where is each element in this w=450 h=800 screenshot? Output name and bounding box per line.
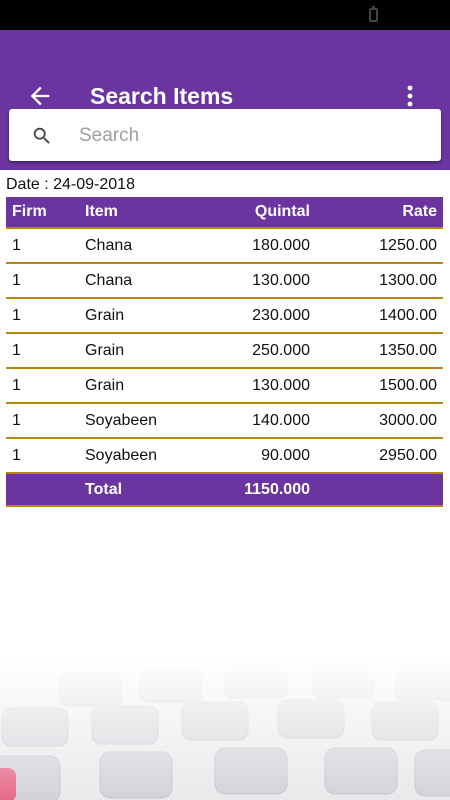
table-header: Firm Item Quintal Rate — [6, 197, 443, 229]
table-row[interactable]: 1 Grain 250.000 1350.00 — [6, 334, 443, 369]
cell-quintal: 230.000 — [252, 307, 310, 324]
cell-rate: 2950.00 — [379, 447, 437, 464]
more-options-icon[interactable] — [406, 84, 414, 108]
cell-item: Chana — [85, 237, 133, 254]
column-header-quintal: Quintal — [254, 203, 310, 220]
column-header-firm: Firm — [12, 203, 47, 220]
cell-firm: 1 — [12, 342, 21, 359]
items-table: Firm Item Quintal Rate 1 Chana 180.000 1… — [6, 197, 443, 507]
cell-quintal: 130.000 — [252, 377, 310, 394]
total-row: Total 1150.000 — [6, 474, 443, 507]
battery-icon — [369, 6, 378, 22]
column-header-rate: Rate — [402, 203, 437, 220]
cell-item: Soyabeen — [85, 412, 158, 429]
cell-item: Grain — [85, 377, 125, 394]
back-arrow-icon[interactable] — [26, 82, 54, 110]
search-icon — [33, 127, 50, 144]
cell-rate: 1400.00 — [379, 307, 437, 324]
cell-quintal: 140.000 — [252, 412, 310, 429]
table-row[interactable]: 1 Chana 130.000 1300.00 — [6, 264, 443, 299]
cell-firm: 1 — [12, 307, 21, 324]
cell-rate: 1500.00 — [379, 377, 437, 394]
page-title: Search Items — [90, 83, 234, 109]
search-box[interactable] — [9, 109, 441, 161]
cell-firm: 1 — [12, 237, 21, 254]
table-row[interactable]: 1 Grain 230.000 1400.00 — [6, 299, 443, 334]
cell-firm: 1 — [12, 447, 21, 464]
total-quintal: 1150.000 — [244, 481, 310, 498]
status-bar — [0, 0, 450, 30]
cell-quintal: 90.000 — [261, 447, 310, 464]
date-label: Date : 24-09-2018 — [6, 176, 135, 193]
table-row[interactable]: 1 Soyabeen 90.000 2950.00 — [6, 439, 443, 474]
table-row[interactable]: 1 Chana 180.000 1250.00 — [6, 229, 443, 264]
cell-item: Grain — [85, 307, 125, 324]
cell-firm: 1 — [12, 412, 21, 429]
table-row[interactable]: 1 Soyabeen 140.000 3000.00 — [6, 404, 443, 439]
column-header-item: Item — [85, 203, 118, 220]
cell-item: Grain — [85, 342, 125, 359]
cell-item: Chana — [85, 272, 133, 289]
total-label: Total — [85, 481, 123, 498]
cell-firm: 1 — [12, 272, 21, 289]
cell-rate: 1250.00 — [379, 237, 437, 254]
calculator-background-image — [0, 660, 450, 800]
cell-rate: 3000.00 — [379, 412, 437, 429]
cell-rate: 1350.00 — [379, 342, 437, 359]
search-input[interactable] — [77, 119, 421, 153]
cell-firm: 1 — [12, 377, 21, 394]
table-row[interactable]: 1 Grain 130.000 1500.00 — [6, 369, 443, 404]
cell-item: Soyabeen — [85, 447, 158, 464]
cell-quintal: 180.000 — [252, 237, 310, 254]
cell-quintal: 250.000 — [252, 342, 310, 359]
cell-quintal: 130.000 — [252, 272, 310, 289]
cell-rate: 1300.00 — [379, 272, 437, 289]
